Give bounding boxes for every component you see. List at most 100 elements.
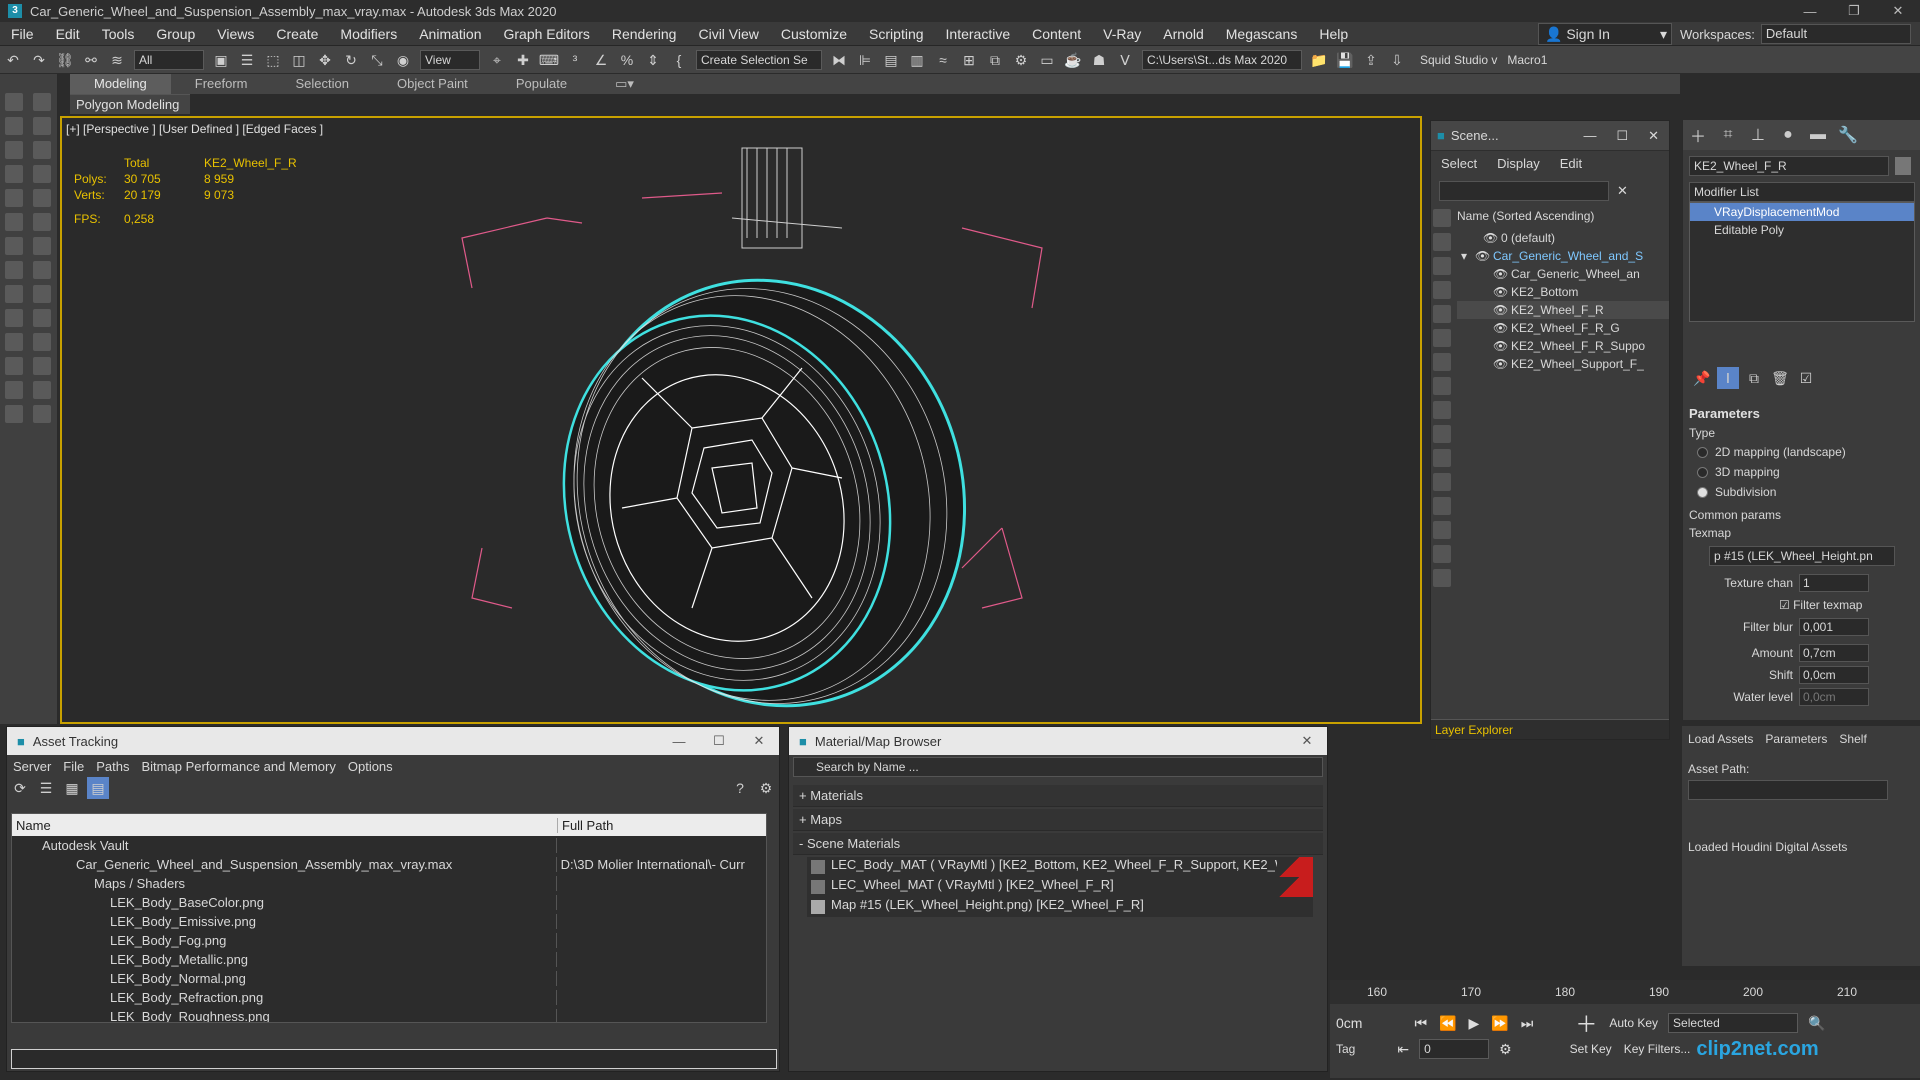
- teapot-icon[interactable]: [5, 213, 23, 231]
- tree-item[interactable]: 👁 KE2_Wheel_F_R_G: [1457, 319, 1669, 337]
- table-row[interactable]: LEK_Body_Metallic.png: [12, 950, 766, 969]
- eye-icon[interactable]: 👁: [1475, 249, 1490, 263]
- move-icon[interactable]: ✥: [314, 49, 336, 71]
- ref-coord-select[interactable]: View: [420, 49, 480, 70]
- vray-icon[interactable]: Ⅴ: [1114, 49, 1136, 71]
- select-by-name-icon[interactable]: ☰: [236, 49, 258, 71]
- menu-arnold[interactable]: Arnold: [1152, 22, 1214, 46]
- table-view-icon[interactable]: ▤: [87, 777, 109, 799]
- go-to-end-icon[interactable]: ⏭: [1515, 1015, 1540, 1032]
- table-row[interactable]: LEK_Body_Refraction.png: [12, 988, 766, 1007]
- type-3d-mapping-radio[interactable]: 3D mapping: [1689, 462, 1915, 482]
- auto-key-button[interactable]: Auto Key: [1603, 1016, 1664, 1030]
- rect-selection-icon[interactable]: ⬚: [262, 49, 284, 71]
- render-icon[interactable]: ☕: [1062, 49, 1084, 71]
- dummy-icon[interactable]: [5, 333, 23, 351]
- add-key-icon[interactable]: ＋: [1569, 1007, 1603, 1039]
- water-level-spinner[interactable]: 0,0cm: [1799, 688, 1869, 706]
- tab-populate[interactable]: Populate: [492, 74, 591, 94]
- pivot-icon[interactable]: ⌖: [486, 49, 508, 71]
- material-search-input[interactable]: Search by Name ...: [793, 757, 1323, 777]
- tab-freeform[interactable]: Freeform: [171, 74, 272, 94]
- help-icon[interactable]: [33, 405, 51, 423]
- play-icon[interactable]: ▶: [1463, 1015, 1486, 1032]
- selection-filter-select[interactable]: All: [134, 49, 204, 70]
- create-shapes-icon[interactable]: [33, 93, 51, 111]
- scene-menu-select[interactable]: Select: [1431, 156, 1487, 171]
- col-full-path[interactable]: Full Path: [558, 818, 613, 833]
- create-geometry-icon[interactable]: [5, 93, 23, 111]
- maximize-icon[interactable]: ❐: [1832, 3, 1876, 19]
- camera-icon[interactable]: [5, 309, 23, 327]
- filter-spacewarps-icon[interactable]: [1433, 329, 1451, 347]
- workspace-select[interactable]: Default: [1760, 24, 1911, 44]
- render-setup-icon[interactable]: ⚙: [1010, 49, 1032, 71]
- minimize-icon[interactable]: —: [1788, 4, 1832, 19]
- funnel-icon[interactable]: [1433, 569, 1451, 587]
- tube-icon[interactable]: [33, 237, 51, 255]
- table-row[interactable]: LEK_Body_Roughness.png: [12, 1007, 766, 1022]
- table-row[interactable]: LEK_Body_Fog.png: [12, 931, 766, 950]
- close-icon[interactable]: ✕: [1638, 128, 1669, 144]
- menu-animation[interactable]: Animation: [408, 22, 492, 46]
- group-maps[interactable]: + Maps: [793, 809, 1323, 831]
- close-icon[interactable]: ✕: [1876, 3, 1920, 19]
- polygon-modeling-panel[interactable]: Polygon Modeling: [70, 94, 190, 114]
- create-cameras-icon[interactable]: [33, 117, 51, 135]
- remove-modifier-icon[interactable]: 🗑: [1769, 367, 1791, 389]
- perspective-viewport[interactable]: [+] [Perspective ] [User Defined ] [Edge…: [60, 116, 1422, 724]
- go-to-start-icon[interactable]: ⏮: [1408, 1015, 1433, 1032]
- filter-xrefs-icon[interactable]: [1433, 377, 1451, 395]
- minimize-icon[interactable]: —: [1573, 128, 1606, 143]
- menu-views[interactable]: Views: [206, 22, 265, 46]
- help-icon[interactable]: ?: [729, 777, 751, 799]
- torus-icon[interactable]: [33, 189, 51, 207]
- tape-icon[interactable]: [33, 333, 51, 351]
- menu-customize[interactable]: Customize: [770, 22, 858, 46]
- table-row[interactable]: Autodesk Vault: [12, 836, 766, 855]
- current-frame-spinner[interactable]: 0: [1419, 1039, 1490, 1059]
- maximize-icon[interactable]: ☐: [1606, 128, 1638, 144]
- cloth-icon[interactable]: [5, 405, 23, 423]
- tree-item[interactable]: ▾ 👁 Car_Generic_Wheel_and_S: [1457, 247, 1669, 265]
- material-item[interactable]: LEC_Body_MAT ( VRayMtl ) [KE2_Bottom, KE…: [807, 857, 1313, 877]
- placement-icon[interactable]: ◉: [392, 49, 414, 71]
- show-end-result-icon[interactable]: Ⅰ: [1717, 367, 1739, 389]
- link-icon[interactable]: ⛓: [54, 49, 76, 71]
- set-key-button[interactable]: Set Key: [1564, 1042, 1618, 1056]
- tree-item[interactable]: 👁 0 (default): [1457, 229, 1669, 247]
- modify-tab-icon[interactable]: ⌗: [1713, 126, 1743, 144]
- selection-set-select[interactable]: Create Selection Se: [696, 49, 822, 70]
- select-manipulate-icon[interactable]: ✚: [512, 49, 534, 71]
- filter-lights-icon[interactable]: [1433, 257, 1451, 275]
- filter-helpers-icon[interactable]: [1433, 305, 1451, 323]
- wheel-wireframe-model[interactable]: [442, 128, 1162, 718]
- scene-tree-header[interactable]: Name (Sorted Ascending): [1457, 209, 1669, 229]
- texture-chan-spinner[interactable]: 1: [1799, 574, 1869, 592]
- hair-icon[interactable]: [33, 381, 51, 399]
- collapse-arrow-icon[interactable]: ▾: [1461, 249, 1475, 263]
- thumbnail-view-icon[interactable]: ▦: [61, 777, 83, 799]
- menu-graph-editors[interactable]: Graph Editors: [492, 22, 600, 46]
- light-spot-icon[interactable]: [33, 285, 51, 303]
- type-subdivision-radio[interactable]: Subdivision: [1689, 482, 1915, 502]
- filter-blur-spinner[interactable]: 0,001: [1799, 618, 1869, 636]
- scene-menu-display[interactable]: Display: [1487, 156, 1550, 171]
- menu-rendering[interactable]: Rendering: [601, 22, 688, 46]
- filter-none-icon[interactable]: [1433, 521, 1451, 539]
- modifier-editable-poly[interactable]: Editable Poly: [1690, 221, 1914, 239]
- squid-studio-label[interactable]: Squid Studio v: [1420, 53, 1497, 67]
- filter-groups-icon[interactable]: [1433, 353, 1451, 371]
- filter-frozen-icon[interactable]: [1433, 449, 1451, 467]
- checkbox-icon[interactable]: ☑: [1779, 598, 1793, 612]
- zoom-icon[interactable]: 🔍: [1802, 1015, 1831, 1032]
- create-tab-icon[interactable]: ＋: [1683, 123, 1713, 147]
- sign-in-button[interactable]: 👤 Sign In ▾: [1538, 23, 1672, 45]
- viewport-label[interactable]: [+] [Perspective ] [User Defined ] [Edge…: [66, 122, 323, 136]
- mirror-icon[interactable]: ⧓: [828, 49, 850, 71]
- particle-icon[interactable]: [5, 381, 23, 399]
- menu-tools[interactable]: Tools: [91, 22, 146, 46]
- texmap-button[interactable]: p #15 (LEK_Wheel_Height.pn: [1709, 546, 1895, 566]
- menu-help[interactable]: Help: [1308, 22, 1359, 46]
- table-row[interactable]: Maps / Shaders: [12, 874, 766, 893]
